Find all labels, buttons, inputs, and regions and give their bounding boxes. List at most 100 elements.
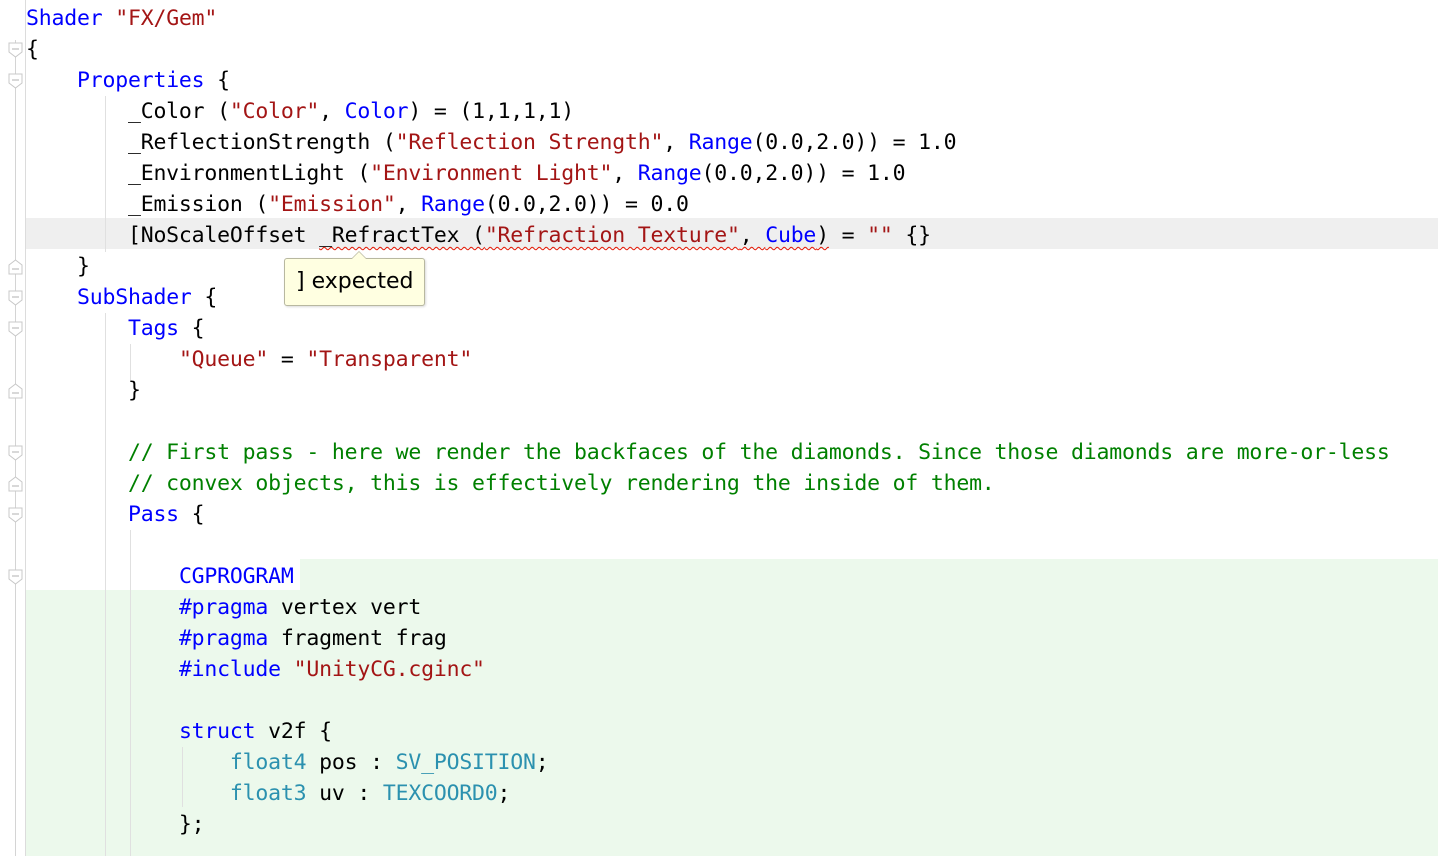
keyword-token: Range <box>688 130 753 155</box>
fold-collapse-icon[interactable] <box>8 569 23 585</box>
code-line[interactable]: } <box>26 251 90 282</box>
code-line[interactable]: struct v2f { <box>26 716 332 747</box>
string-token: "Transparent" <box>306 347 473 372</box>
keyword-token: Tags <box>127 316 179 341</box>
code-line[interactable]: Tags { <box>26 313 205 344</box>
type-token: float4 <box>229 750 307 775</box>
fold-gutter <box>0 0 26 856</box>
keyword-token: Properties <box>76 68 205 93</box>
code-token: , <box>663 130 689 155</box>
keyword-token: #include <box>178 657 281 682</box>
code-token: { <box>204 68 230 93</box>
code-token: (0.0,2.0)) = 1.0 <box>752 130 957 155</box>
code-line[interactable]: } <box>26 375 141 406</box>
code-line[interactable]: #include "UnityCG.cginc" <box>26 654 485 685</box>
keyword-token: Color <box>344 99 409 124</box>
code-token: , <box>612 161 638 186</box>
code-line[interactable]: }; <box>26 809 205 840</box>
code-token: ) = (1,1,1,1) <box>408 99 575 124</box>
code-line[interactable]: _ReflectionStrength ("Reflection Strengt… <box>26 127 957 158</box>
code-token-error: ) <box>816 223 829 248</box>
fold-collapse-icon[interactable] <box>8 507 23 523</box>
code-line[interactable]: [NoScaleOffset _RefractTex ("Refraction … <box>26 220 931 251</box>
keyword-token: Shader <box>26 6 116 31</box>
fold-end-icon[interactable] <box>8 259 23 275</box>
fold-collapse-icon[interactable] <box>8 73 23 89</box>
code-token: (0.0,2.0)) = 1.0 <box>701 161 906 186</box>
code-token: = <box>268 347 307 372</box>
code-token: = <box>828 223 868 248</box>
code-token: { <box>191 285 218 310</box>
code-line[interactable]: float3 uv : TEXCOORD0; <box>26 778 511 809</box>
code-token: v2f { <box>255 719 332 744</box>
code-line[interactable]: Properties { <box>26 65 230 96</box>
code-token: [NoScaleOffset <box>26 223 320 248</box>
code-token: } <box>26 378 141 403</box>
code-line[interactable]: #pragma vertex vert <box>26 592 421 623</box>
code-token: ; <box>535 750 549 775</box>
code-line[interactable]: _Emission ("Emission", Range(0.0,2.0)) =… <box>26 189 689 220</box>
fold-collapse-icon[interactable] <box>8 321 23 337</box>
code-token: pos : <box>306 750 396 775</box>
string-token-error: "Refraction Texture" <box>484 223 740 248</box>
fold-collapse-icon[interactable] <box>8 445 23 461</box>
code-token: { <box>26 37 39 62</box>
code-line[interactable]: Shader "FX/Gem" <box>26 3 217 34</box>
string-token: "Queue" <box>178 347 269 372</box>
string-token: "" <box>867 223 893 248</box>
code-token: fragment frag <box>268 626 447 651</box>
string-token: "Reflection Strength" <box>395 130 664 155</box>
fold-end-icon[interactable] <box>8 383 23 399</box>
code-line[interactable]: CGPROGRAM <box>26 561 294 592</box>
code-token-error: _RefractTex ( <box>319 223 485 248</box>
code-editor[interactable]: Shader "FX/Gem" { Properties { _Color ("C… <box>26 0 1438 856</box>
fold-collapse-icon[interactable] <box>8 42 23 58</box>
code-token: uv : <box>306 781 383 806</box>
code-token: { <box>178 316 205 341</box>
code-line[interactable]: SubShader { <box>26 282 217 313</box>
fold-end-icon[interactable] <box>8 476 23 492</box>
code-token: { <box>178 502 205 527</box>
string-token: "FX/Gem" <box>115 6 218 31</box>
fold-collapse-icon[interactable] <box>8 290 23 306</box>
keyword-token: #pragma <box>178 595 269 620</box>
tooltip-text: ] expected <box>296 269 414 294</box>
code-line[interactable]: { <box>26 34 39 65</box>
keyword-token: #pragma <box>178 626 269 651</box>
code-token: vertex vert <box>268 595 422 620</box>
keyword-token-error: Cube <box>765 223 817 248</box>
code-line[interactable]: _EnvironmentLight ("Environment Light", … <box>26 158 906 189</box>
code-token: _Color ( <box>26 99 230 124</box>
comment-token: // convex objects, this is effectively r… <box>127 471 995 496</box>
code-line[interactable]: float4 pos : SV_POSITION; <box>26 747 549 778</box>
string-token: "Emission" <box>268 192 396 217</box>
type-token: SV_POSITION <box>395 750 536 775</box>
code-line[interactable]: Pass { <box>26 499 205 530</box>
keyword-token: Pass <box>127 502 179 527</box>
code-token: _Emission ( <box>26 192 269 217</box>
code-line[interactable]: #pragma fragment frag <box>26 623 447 654</box>
code-line[interactable]: // convex objects, this is effectively r… <box>26 468 995 499</box>
string-token: "Environment Light" <box>370 161 613 186</box>
code-line[interactable]: "Queue" = "Transparent" <box>26 344 472 375</box>
string-token: "Color" <box>229 99 320 124</box>
code-token: {} <box>892 223 931 248</box>
code-token: _ReflectionStrength ( <box>26 130 396 155</box>
keyword-token: SubShader <box>76 285 192 310</box>
code-line[interactable]: _Color ("Color", Color) = (1,1,1,1) <box>26 96 574 127</box>
code-token: ; <box>497 781 511 806</box>
code-line[interactable]: // First pass - here we render the backf… <box>26 437 1390 468</box>
keyword-token: Range <box>637 161 702 186</box>
